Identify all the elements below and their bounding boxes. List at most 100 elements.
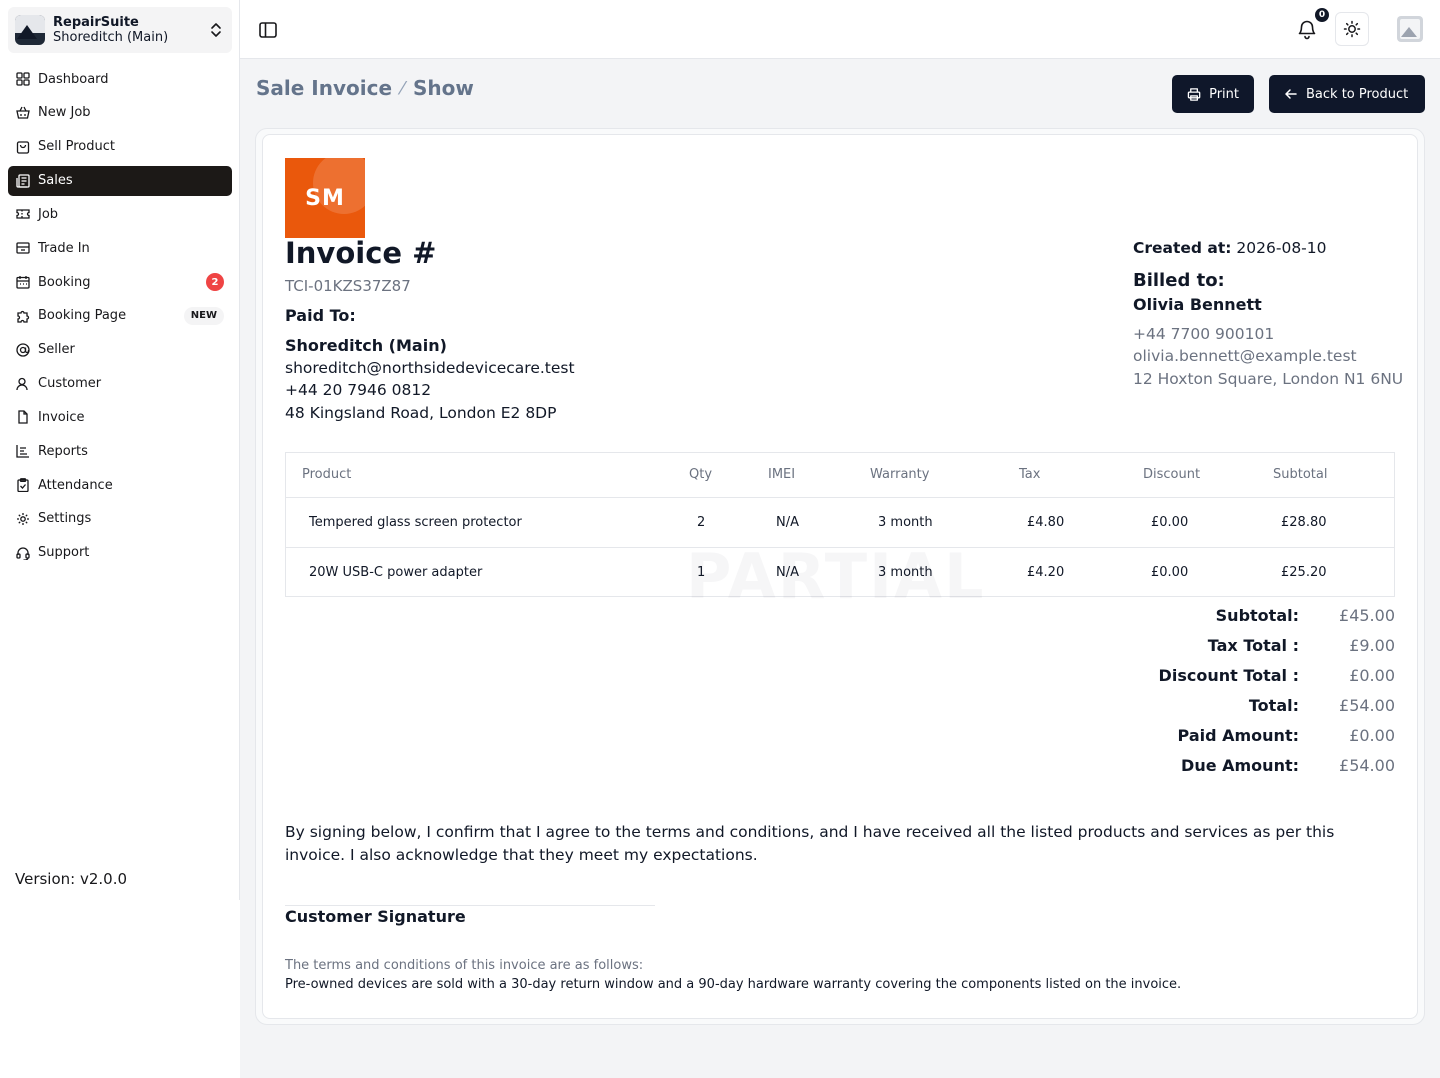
seller-name: Shoreditch (Main) [285,336,447,355]
terms-text: Pre-owned devices are sold with a 30-day… [285,977,1182,992]
table-row: Tempered glass screen protector 2 N/A 3 … [286,498,1394,548]
print-button[interactable]: Print [1172,75,1254,113]
at-sign-icon [16,343,30,357]
invoice-items-table: Product Qty IMEI Warranty Tax Discount S… [285,452,1395,597]
sun-icon [1343,20,1361,38]
sidebar-item-booking[interactable]: Booking 2 [8,267,232,297]
column-header-subtotal: Subtotal [1273,467,1328,482]
cell-qty: 2 [697,515,706,530]
sidebar-item-sell-product[interactable]: Sell Product [8,132,232,162]
sidebar-item-invoice[interactable]: Invoice [8,402,232,432]
sidebar-item-settings[interactable]: Settings [8,504,232,534]
paid-amount-value: £0.00 [1349,726,1395,745]
breadcrumb-separator: ⁄ [401,77,405,99]
sidebar-item-label: Invoice [38,409,85,425]
calendar-icon [16,275,30,289]
user-avatar[interactable] [1397,16,1423,42]
sidebar-item-label: Attendance [38,477,113,493]
table-header: Product Qty IMEI Warranty Tax Discount S… [286,453,1394,498]
signature-line [285,905,655,906]
tax-total-value: £9.00 [1349,636,1395,655]
customer-phone: +44 7700 900101 [1133,325,1275,343]
sidebar-item-job[interactable]: Job [8,199,232,229]
sidebar-item-label: Trade In [38,240,90,256]
chevrons-up-down-icon [211,23,221,37]
sidebar-item-label: Support [38,545,90,561]
sidebar-item-customer[interactable]: Customer [8,369,232,399]
sidebar-item-sales[interactable]: Sales [8,165,232,196]
breadcrumb-parent[interactable]: Sale Invoice [256,76,392,100]
gear-icon [16,512,30,526]
cell-discount: £0.00 [1151,515,1189,530]
column-header-qty: Qty [689,467,713,482]
app-name: RepairSuite [53,15,139,30]
sidebar-item-label: Sell Product [38,139,115,155]
sidebar-item-label: Customer [38,376,102,392]
shopping-bag-icon [16,140,30,154]
seller-logo: SM [285,158,365,238]
sidebar-item-label: Sales [38,173,73,189]
signature-agreement: By signing below, I confirm that I agree… [285,823,1335,864]
clipboard-check-icon [16,478,30,493]
sidebar-item-dashboard[interactable]: Dashboard [8,64,232,94]
dashboard-icon [16,72,30,86]
print-label: Print [1209,86,1239,102]
subtotal-label: Subtotal: [1215,606,1299,625]
archive-box-icon [16,241,30,255]
seller-logo-text: SM [305,186,345,211]
paid-to-label: Paid To: [285,306,356,325]
chart-icon [16,444,30,458]
headset-icon [16,546,30,560]
cell-discount: £0.00 [1151,565,1189,580]
sidebar-toggle-icon[interactable] [258,20,278,40]
top-bar: 0 [240,0,1440,59]
column-header-product: Product [302,467,352,482]
created-value: 2026-08-10 [1236,239,1327,257]
subtotal-value: £45.00 [1339,606,1395,625]
discount-total-label: Discount Total : [1158,666,1299,685]
total-value: £54.00 [1339,696,1395,715]
sidebar-item-support[interactable]: Support [8,538,232,568]
sidebar-item-label: Settings [38,511,92,527]
sidebar-item-label: Reports [38,443,88,459]
branch-name: Shoreditch (Main) [53,30,169,45]
store-logo [15,15,45,45]
sidebar-item-attendance[interactable]: Attendance [8,470,232,500]
arrow-left-icon [1285,89,1297,99]
theme-toggle-button[interactable] [1335,12,1369,46]
ticket-icon [16,207,30,221]
column-header-imei: IMEI [768,467,796,482]
cell-product: 20W USB-C power adapter [309,565,483,580]
back-to-product-button[interactable]: Back to Product [1269,75,1425,113]
total-label: Total: [1248,696,1299,715]
tax-total-label: Tax Total : [1207,636,1299,655]
sidebar-item-trade-in[interactable]: Trade In [8,233,232,263]
store-switcher[interactable]: RepairSuite Shoreditch (Main) [8,7,232,53]
discount-total-value: £0.00 [1349,666,1395,685]
sidebar-item-seller[interactable]: Seller [8,335,232,365]
sidebar-item-booking-page[interactable]: Booking Page NEW [8,301,232,331]
file-icon [16,410,30,425]
back-label: Back to Product [1306,86,1409,102]
due-amount-label: Due Amount: [1181,756,1299,775]
customer-address: 12 Hoxton Square, London N1 6NU [1133,370,1404,388]
cell-imei: N/A [776,515,799,530]
terms-title: The terms and conditions of this invoice… [285,958,644,973]
sidebar-item-label: Dashboard [38,71,109,87]
sidebar-item-new-job[interactable]: New Job [8,98,232,128]
bell-icon[interactable] [1296,18,1318,40]
due-amount-value: £54.00 [1339,756,1395,775]
sidebar-item-label: Booking [38,274,91,290]
app-version: Version: v2.0.0 [15,870,128,888]
sidebar-item-label: New Job [38,105,91,121]
sidebar-nav: Dashboard New Job Sell Product Sales Job… [8,64,232,572]
sidebar-item-label: Seller [38,342,75,358]
basket-icon [16,106,30,120]
paid-amount-label: Paid Amount: [1177,726,1299,745]
sidebar-item-reports[interactable]: Reports [8,436,232,466]
sidebar-divider [239,0,240,900]
customer-email: olivia.bennett@example.test [1133,347,1357,365]
cell-subtotal: £28.80 [1281,515,1327,530]
cell-tax: £4.20 [1027,565,1065,580]
breadcrumb: Sale Invoice ⁄ Show [256,76,474,100]
